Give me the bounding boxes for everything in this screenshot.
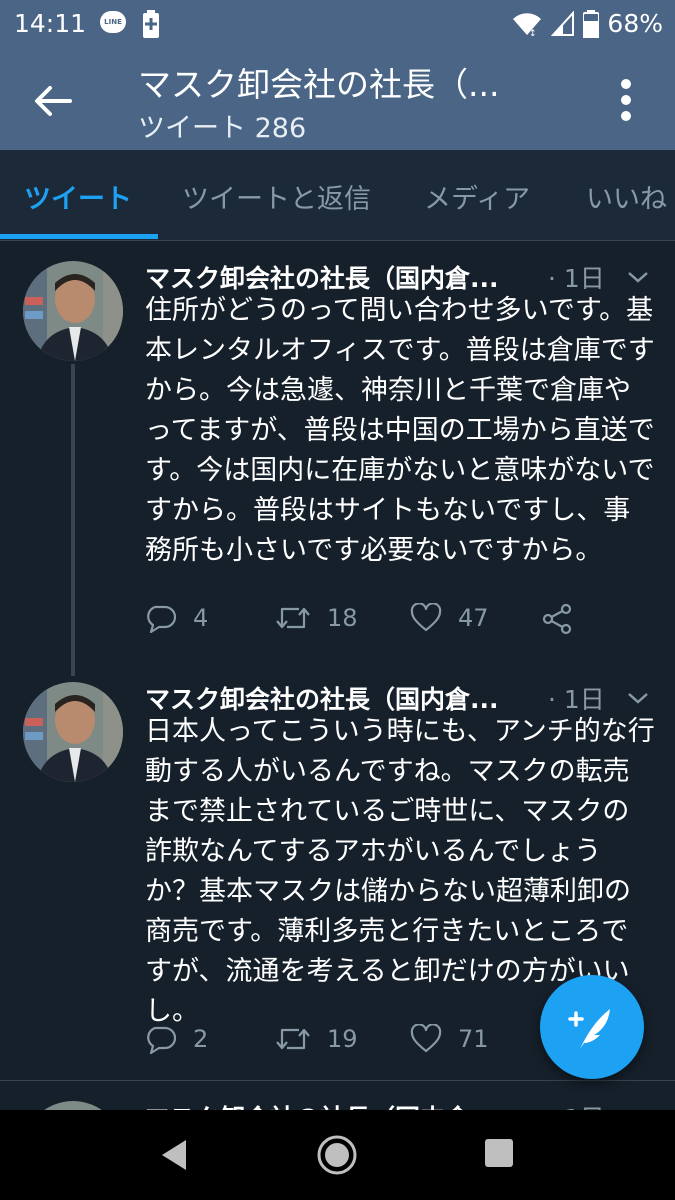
status-bar: 14:11 LINE ↕ 68% [0,0,675,48]
more-options-icon[interactable] [606,74,646,126]
profile-toolbar: マスク卸会社の社長（... ツイート 286 [0,48,675,150]
tweet-time: · 1日 [548,685,605,714]
line-icon: LINE [100,11,126,33]
reply-button[interactable]: 4 [145,603,208,633]
compose-feather-icon [568,1009,610,1049]
tweet-item[interactable]: マスク卸会社の社長（国内倉... · 1日 [0,1081,675,1110]
reply-button[interactable]: 2 [145,1024,208,1054]
retweet-button[interactable]: 18 [275,603,358,633]
tweet-time: · 1日 [548,264,605,293]
retweet-icon [276,1028,310,1050]
chevron-down-icon[interactable] [626,686,650,710]
profile-tabs: ツイート ツイートと返信 メディア いいね [0,150,675,241]
avatar[interactable] [23,682,123,782]
back-arrow-icon[interactable] [30,78,76,124]
nav-back-icon[interactable] [158,1138,190,1172]
tab-media[interactable]: メディア [424,177,530,216]
tweet-count: ツイート 286 [138,113,307,144]
reply-count: 4 [193,604,209,632]
like-button[interactable]: 47 [410,603,489,633]
wifi-icon: ↕ [513,12,542,37]
share-icon [542,603,572,635]
battery-charging-icon [143,10,159,38]
status-time: 14:11 [14,9,87,38]
nav-recent-apps-icon[interactable] [484,1138,514,1168]
retweet-count: 18 [327,604,358,632]
tweet-author-name[interactable]: マスク卸会社の社長（国内倉... [145,259,537,295]
compose-tweet-button[interactable] [540,975,644,1079]
reply-count: 2 [193,1025,209,1053]
tweet-text: 住所がどうのって問い合わせ多いです。基本レンタルオフィスです。普段は倉庫ですから… [145,295,655,566]
like-button[interactable]: 71 [410,1024,489,1054]
tweet-author-name[interactable]: マスク卸会社の社長（国内倉... [145,1099,537,1110]
tab-likes[interactable]: いいね [586,177,667,216]
thread-line [71,364,75,676]
retweet-count: 19 [327,1025,358,1053]
tweet-item[interactable]: マスク卸会社の社長（国内倉... · 1日 住所がどうのって問い合わせ多いです。… [0,241,675,681]
profile-title: マスク卸会社の社長（... [138,65,500,104]
active-tab-indicator [0,234,158,239]
battery-icon [583,9,600,38]
tab-tweets[interactable]: ツイート [24,177,132,216]
heart-icon [410,1024,442,1053]
nav-home-icon[interactable] [316,1134,358,1176]
retweet-icon [276,607,310,629]
heart-icon [410,603,442,632]
like-count: 71 [458,1025,489,1053]
avatar[interactable] [23,1101,123,1110]
like-count: 47 [458,604,489,632]
tab-tweets-and-replies[interactable]: ツイートと返信 [182,177,371,216]
battery-percent: 68% [607,9,663,38]
reply-icon [147,1026,177,1054]
retweet-button[interactable]: 19 [275,1024,358,1054]
system-navigation-bar [0,1110,675,1200]
chevron-down-icon[interactable] [626,265,650,289]
tweet-author-name[interactable]: マスク卸会社の社長（国内倉... [145,680,537,716]
svg-text:↕: ↕ [529,29,537,37]
reply-icon [147,605,177,633]
signal-icon [551,10,575,36]
avatar[interactable] [23,261,123,361]
tweet-time: · 1日 [548,1099,605,1110]
tweet-actions: 4 18 47 [145,603,625,643]
share-button[interactable] [541,603,589,635]
